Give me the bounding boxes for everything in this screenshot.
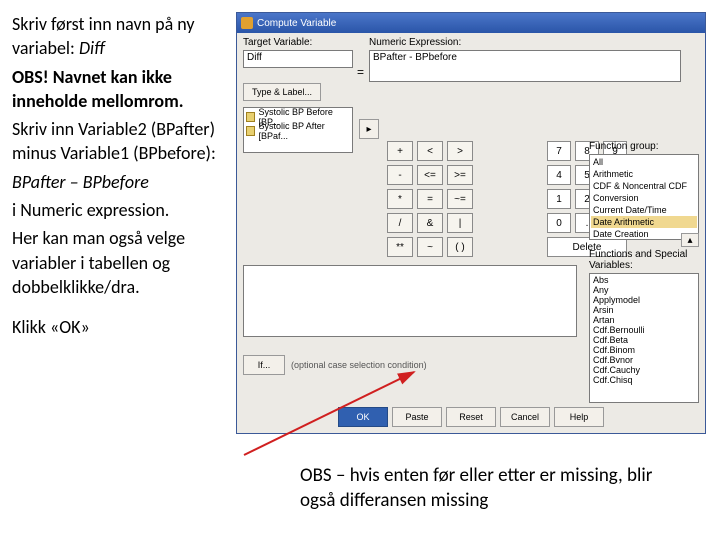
cancel-button[interactable]: Cancel bbox=[500, 407, 550, 427]
list-item: Systolic BP After [BPaf... bbox=[246, 124, 350, 138]
key-4[interactable]: 4 bbox=[547, 165, 571, 185]
if-button[interactable]: If... bbox=[243, 355, 285, 375]
target-variable-input[interactable]: Diff bbox=[243, 50, 353, 68]
paste-button[interactable]: Paste bbox=[392, 407, 442, 427]
function-description bbox=[243, 265, 577, 337]
dialog-buttons: OK Paste Reset Cancel Help bbox=[237, 407, 705, 427]
key-or[interactable]: | bbox=[447, 213, 473, 233]
help-button[interactable]: Help bbox=[554, 407, 604, 427]
compute-variable-dialog: Compute Variable Target Variable: Diff =… bbox=[236, 12, 706, 434]
move-right-button[interactable]: ▸ bbox=[359, 119, 379, 139]
key-eq[interactable]: = bbox=[417, 189, 443, 209]
reset-button[interactable]: Reset bbox=[446, 407, 496, 427]
key-and[interactable]: & bbox=[417, 213, 443, 233]
dialog-title: Compute Variable bbox=[257, 18, 336, 29]
key-div[interactable]: / bbox=[387, 213, 413, 233]
missing-note: OBS – hvis enten før eller etter er miss… bbox=[300, 464, 690, 513]
function-group-list[interactable]: All Arithmetic CDF & Noncentral CDF Conv… bbox=[589, 154, 699, 240]
key-gt[interactable]: > bbox=[447, 141, 473, 161]
target-variable-label: Target Variable: bbox=[243, 37, 353, 48]
type-label-button[interactable]: Type & Label... bbox=[243, 83, 321, 101]
variable-icon bbox=[246, 112, 255, 122]
variable-icon bbox=[246, 126, 255, 136]
instruction-text: Skriv først inn navn på ny variabel: Dif… bbox=[12, 12, 228, 344]
ok-button[interactable]: OK bbox=[338, 407, 388, 427]
if-condition-text: (optional case selection condition) bbox=[291, 360, 427, 370]
key-not[interactable]: ~ bbox=[417, 237, 443, 257]
key-ge[interactable]: >= bbox=[447, 165, 473, 185]
key-7[interactable]: 7 bbox=[547, 141, 571, 161]
key-plus[interactable]: + bbox=[387, 141, 413, 161]
variable-list[interactable]: Systolic BP Before [BP... Systolic BP Af… bbox=[243, 107, 353, 153]
key-1[interactable]: 1 bbox=[547, 189, 571, 209]
key-lt[interactable]: < bbox=[417, 141, 443, 161]
function-group-label: Function group: bbox=[589, 141, 699, 152]
key-minus[interactable]: - bbox=[387, 165, 413, 185]
key-paren[interactable]: ( ) bbox=[447, 237, 473, 257]
key-pow[interactable]: ** bbox=[387, 237, 413, 257]
numeric-expression-input[interactable]: BPafter - BPbefore bbox=[369, 50, 681, 82]
equals-sign: = bbox=[357, 65, 364, 79]
app-icon bbox=[241, 17, 253, 29]
functions-list[interactable]: Abs Any Applymodel Arsin Artan Cdf.Berno… bbox=[589, 273, 699, 403]
key-ne[interactable]: ~= bbox=[447, 189, 473, 209]
key-le[interactable]: <= bbox=[417, 165, 443, 185]
numeric-expression-label: Numeric Expression: bbox=[369, 37, 681, 48]
key-mul[interactable]: * bbox=[387, 189, 413, 209]
titlebar[interactable]: Compute Variable bbox=[237, 13, 705, 33]
insert-function-button[interactable]: ▴ bbox=[681, 233, 699, 247]
key-0[interactable]: 0 bbox=[547, 213, 571, 233]
functions-label: Functions and Special Variables: bbox=[589, 249, 699, 271]
